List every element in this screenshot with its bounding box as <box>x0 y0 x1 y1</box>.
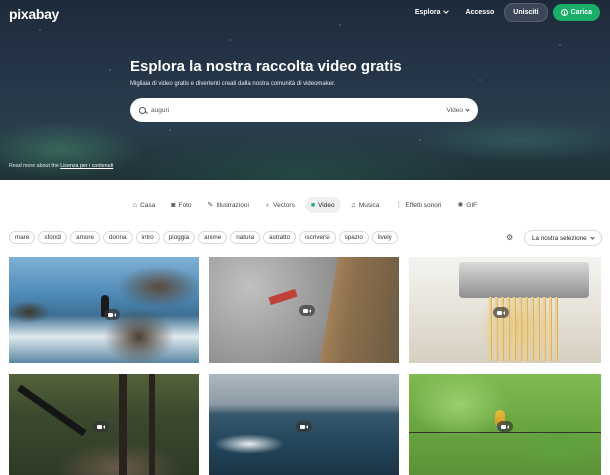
tab-label: Musica <box>358 201 380 209</box>
tab-video[interactable]: ■ Video <box>304 197 341 213</box>
music-icon: ♫ <box>350 201 356 209</box>
camera-icon: ◙ <box>171 201 176 209</box>
sort-label: La nostra selezione <box>532 234 587 242</box>
video-camera-icon <box>299 305 315 316</box>
search-type-label: Video <box>446 106 463 114</box>
chevron-down-icon <box>589 234 595 240</box>
tag-chip[interactable]: donna <box>103 231 133 244</box>
tag-chip[interactable]: amore <box>70 231 101 244</box>
tag-chip[interactable]: anime <box>198 231 228 244</box>
sound-icon: ⋮ <box>395 202 403 209</box>
tab-illustrazioni[interactable]: ✎ Illustrazioni <box>202 197 255 213</box>
video-thumbnail[interactable] <box>209 374 399 475</box>
license-note: Read more about the Licenza per i conten… <box>9 163 113 169</box>
tag-chip[interactable]: pioggia <box>162 231 196 244</box>
tag-chip[interactable]: lively <box>371 231 398 244</box>
upload-button[interactable]: Carica <box>552 3 600 21</box>
wire-line <box>409 432 601 433</box>
tag-chip[interactable]: natura <box>230 231 261 244</box>
tab-label: Video <box>318 201 335 209</box>
video-camera-icon <box>296 421 312 432</box>
pixabay-logo[interactable]: pixabay <box>9 6 59 22</box>
sort-select[interactable]: La nostra selezione <box>524 230 602 246</box>
pen-icon: ♁ <box>264 201 271 209</box>
tab-label: GIF <box>466 201 478 209</box>
hero-title: Esplora la nostra raccolta video gratis <box>130 58 402 75</box>
search-input[interactable] <box>151 106 447 114</box>
chevron-down-icon <box>465 106 470 112</box>
tab-label: Effetti sonori <box>405 201 442 209</box>
search-type-select[interactable]: Video <box>446 106 470 114</box>
join-button[interactable]: Unisciti <box>504 2 548 22</box>
camera-arm <box>16 384 87 437</box>
search-icon <box>139 106 146 114</box>
upload-icon <box>560 8 568 16</box>
tag-chip[interactable]: intro <box>135 231 160 244</box>
tag-chip[interactable]: astratto <box>263 231 297 244</box>
top-nav: Esplora Accesso Unisciti Carica <box>414 2 600 22</box>
tab-label: Foto <box>178 201 192 209</box>
tab-vectors[interactable]: ♁ Vectors <box>259 197 301 213</box>
video-thumbnail[interactable] <box>9 257 199 363</box>
tree-trunk <box>149 374 155 475</box>
scrap-accent <box>268 288 298 306</box>
category-tabs: ⌂ Casa ◙ Foto ✎ Illustrazioni ♁ Vectors ■ Vid… <box>0 197 610 213</box>
tag-chip[interactable]: sfondi <box>38 231 68 244</box>
license-prefix: Read more about the <box>9 163 59 169</box>
video-camera-icon <box>104 309 120 320</box>
video-camera-icon <box>93 421 109 432</box>
tab-musica[interactable]: ♫ Musica <box>345 197 386 213</box>
hero-background <box>0 0 610 180</box>
hero-subtitle: Migliaia di video gratis e divertenti cr… <box>130 81 336 87</box>
home-icon: ⌂ <box>132 201 138 209</box>
tag-chip[interactable]: spazio <box>338 231 369 244</box>
tag-list: mare sfondi amore donna intro pioggia an… <box>9 231 398 244</box>
video-thumbnail[interactable] <box>9 374 199 475</box>
hero-banner: pixabay Esplora Accesso Unisciti Carica … <box>0 0 610 180</box>
gif-icon: ✺ <box>457 202 464 209</box>
login-link[interactable]: Accesso <box>466 9 495 16</box>
video-camera-icon <box>493 307 509 318</box>
search-bar[interactable]: Video <box>130 98 478 122</box>
gear-icon[interactable]: ⚙ <box>506 233 513 242</box>
upload-label: Carica <box>570 8 592 16</box>
tag-chip[interactable]: mare <box>9 231 36 244</box>
video-thumbnail[interactable] <box>409 374 601 475</box>
tab-foto[interactable]: ◙ Foto <box>165 197 197 213</box>
chevron-down-icon <box>442 8 449 14</box>
explore-menu[interactable]: Esplora <box>414 8 449 16</box>
tree-trunk <box>119 374 127 475</box>
video-camera-icon <box>497 421 513 432</box>
tab-label: Illustrazioni <box>216 201 249 209</box>
tag-chip[interactable]: iscriversi <box>299 231 336 244</box>
explore-label: Esplora <box>414 8 441 16</box>
tab-gif[interactable]: ✺ GIF <box>451 197 483 213</box>
tab-effetti-sonori[interactable]: ⋮ Effetti sonori <box>389 197 447 213</box>
video-icon: ■ <box>310 201 316 209</box>
video-thumbnail[interactable] <box>409 257 601 363</box>
tab-label: Vectors <box>273 201 295 209</box>
tab-label: Casa <box>140 201 156 209</box>
license-link[interactable]: Licenza per i contenuti <box>60 163 113 169</box>
pasta-machine <box>459 262 589 298</box>
video-thumbnail[interactable] <box>209 257 399 363</box>
brush-icon: ✎ <box>207 202 214 209</box>
tab-casa[interactable]: ⌂ Casa <box>127 197 161 213</box>
